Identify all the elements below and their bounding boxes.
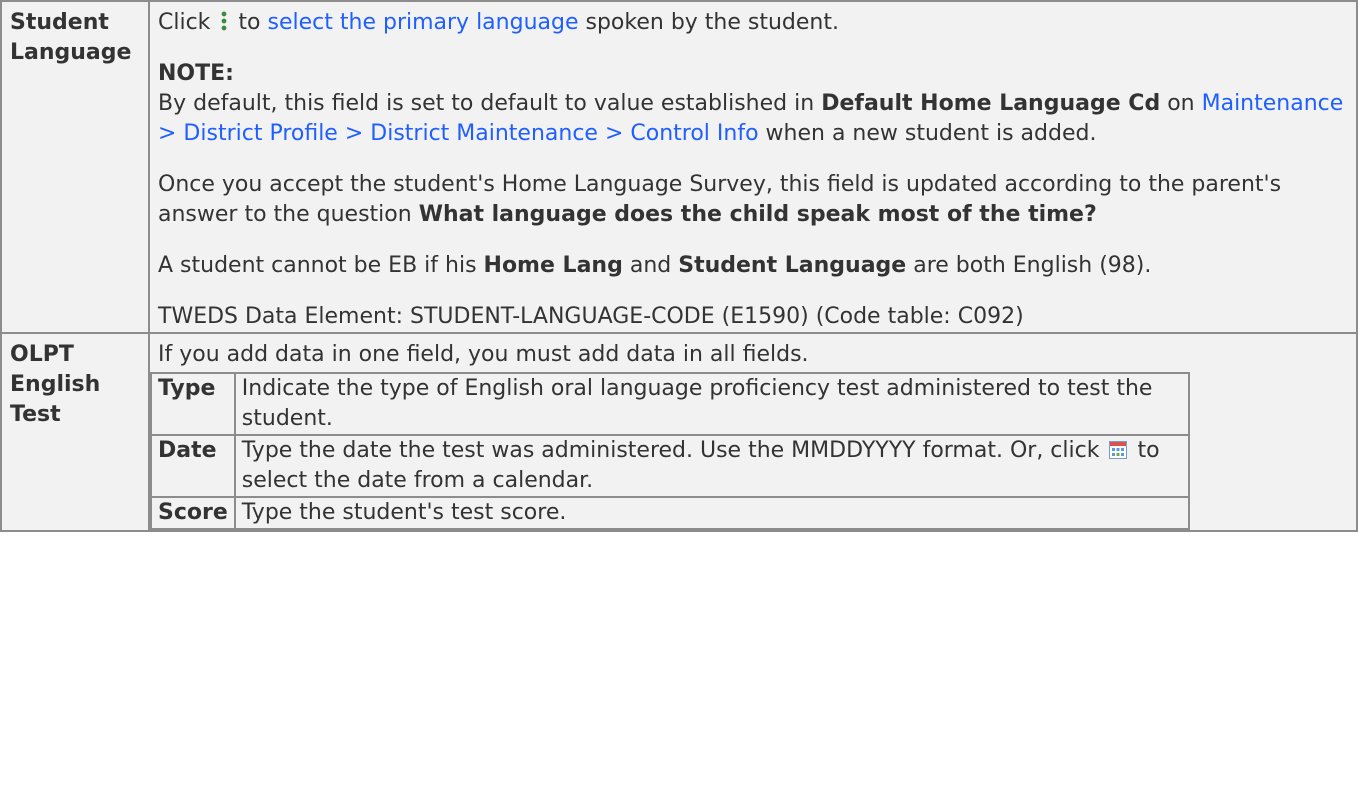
subfield-row-score: Score Type the student's test score.	[150, 496, 1191, 530]
instruction-text: spoken by the student.	[585, 10, 839, 35]
field-description-table: Student Language Click to select the pri…	[0, 0, 1358, 532]
subfield-description-score: Type the student's test score.	[233, 496, 1191, 530]
instruction-text: to	[238, 10, 261, 35]
table-row-olpt-english-test: OLPT English Test If you add data in one…	[0, 332, 1358, 532]
subfield-label-score: Score	[150, 496, 236, 530]
subfield-description-date: Type the date the test was administered.…	[233, 434, 1191, 498]
note-paragraph: By default, this field is set to default…	[158, 91, 1344, 146]
calendar-icon	[1109, 441, 1128, 459]
instruction-text: Click	[158, 10, 211, 35]
field-description-olpt-english-test: If you add data in one field, you must a…	[148, 332, 1358, 532]
subfield-description-type: Indicate the type of English oral langua…	[233, 372, 1191, 436]
kebab-menu-icon	[222, 11, 227, 31]
table-row-student-language: Student Language Click to select the pri…	[0, 0, 1358, 334]
field-label-student-language: Student Language	[0, 0, 150, 334]
survey-paragraph: Once you accept the student's Home Langu…	[158, 172, 1282, 227]
olpt-subfield-table: Type Indicate the type of English oral l…	[150, 372, 1191, 530]
select-primary-language-link[interactable]: select the primary language	[268, 10, 579, 35]
field-label-olpt-english-test: OLPT English Test	[0, 332, 150, 532]
instruction-line: Click to select the primary language spo…	[158, 8, 1350, 38]
olpt-intro: If you add data in one field, you must a…	[158, 342, 809, 367]
subfield-label-date: Date	[150, 434, 236, 498]
field-description-student-language: Click to select the primary language spo…	[148, 0, 1358, 334]
eb-paragraph: A student cannot be EB if his Home Lang …	[158, 253, 1152, 278]
note-heading: NOTE:	[158, 61, 234, 86]
subfield-label-type: Type	[150, 372, 236, 436]
subfield-row-type: Type Indicate the type of English oral l…	[150, 372, 1191, 436]
tweds-data-element: TWEDS Data Element: STUDENT-LANGUAGE-COD…	[158, 304, 1024, 329]
subfield-row-date: Date Type the date the test was administ…	[150, 434, 1191, 498]
